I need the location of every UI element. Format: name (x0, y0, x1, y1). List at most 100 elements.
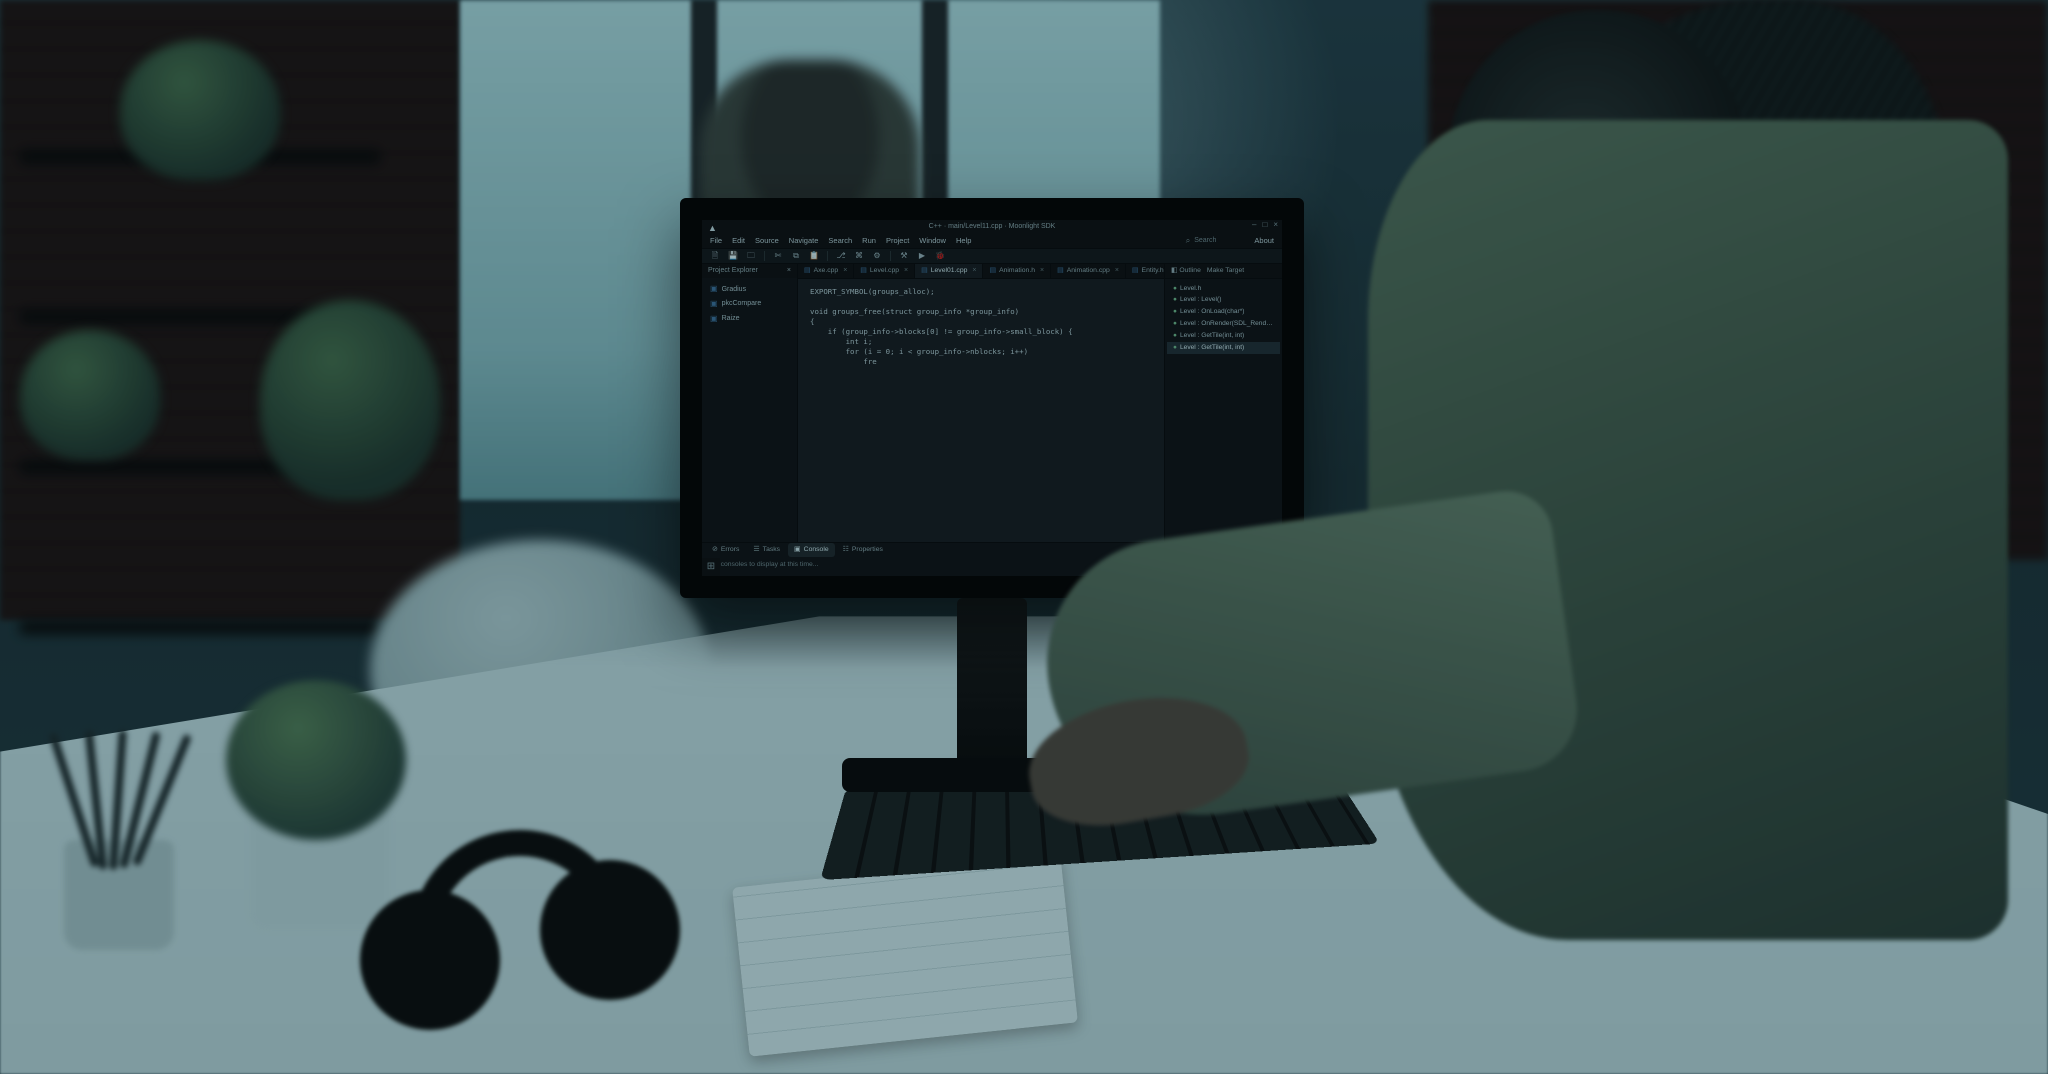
folder-icon: ▣ (710, 314, 718, 325)
menu-source[interactable]: Source (755, 236, 779, 246)
search-icon: ⌕ (1186, 236, 1190, 247)
shelf-plant (20, 330, 160, 460)
bottom-tab-properties[interactable]: ☷Properties (837, 543, 889, 557)
tab-label: Level.cpp (870, 266, 899, 275)
menu-file[interactable]: File (710, 236, 722, 246)
outline-tab[interactable]: ◧ Outline (1171, 266, 1201, 275)
save-icon[interactable]: 💾 (728, 251, 738, 261)
shelf-plant (120, 40, 280, 180)
headphones (360, 830, 720, 1050)
toolbar-separator (890, 251, 891, 261)
editor-tab[interactable]: ▤Animation.cpp × (1051, 264, 1126, 278)
tab-label: Entity.h (1142, 266, 1164, 275)
project-explorer-panel: Project Explorer × ▣ Gradius ▣ pkcCompar… (702, 264, 798, 542)
menu-navigate[interactable]: Navigate (789, 236, 819, 246)
project-name: Gradius (722, 285, 747, 294)
menu-window[interactable]: Window (919, 236, 946, 246)
editor-tab[interactable]: ▤Animation.h × (983, 264, 1051, 278)
bullet-icon: ● (1173, 320, 1177, 327)
notebook (732, 853, 1078, 1057)
search-placeholder: Search (1194, 236, 1216, 245)
ide-titlebar: ▲ C++ · main/Level11.cpp · Moonlight SDK… (702, 220, 1282, 234)
tab-close-icon[interactable]: × (904, 266, 908, 275)
panel-close-icon[interactable]: × (787, 266, 791, 275)
menubar-search[interactable]: ⌕ Search (1186, 236, 1217, 247)
ide-menubar: File Edit Source Navigate Search Run Pro… (702, 234, 1282, 248)
tab-close-icon[interactable]: × (1115, 266, 1119, 275)
monitor-stand-neck (957, 598, 1027, 768)
copy-icon[interactable]: ⧉ (791, 251, 801, 261)
graph-icon[interactable]: ⎇ (836, 251, 846, 261)
menu-search[interactable]: Search (828, 236, 852, 246)
open-folder-icon[interactable]: 🗀 (746, 251, 756, 261)
ide-toolbar: 🗎 💾 🗀 ✄ ⧉ 📋 ⎇ ⌘ ⚙ ⚒ ▶ 🐞 (702, 248, 1282, 264)
bottom-tab-label: Console (804, 545, 829, 554)
project-name: pkcCompare (722, 299, 762, 308)
bullet-icon: ● (1173, 332, 1177, 339)
settings-icon[interactable]: ⚙ (872, 251, 882, 261)
tab-close-icon[interactable]: × (843, 266, 847, 275)
build-icon[interactable]: ⚒ (899, 251, 909, 261)
h-file-icon: ▤ (1132, 266, 1139, 275)
h-file-icon: ▤ (989, 266, 996, 275)
ide-window: ▲ C++ · main/Level11.cpp · Moonlight SDK… (702, 220, 1282, 576)
folder-icon: ▣ (710, 299, 718, 310)
project-explorer-tree: ▣ Gradius ▣ pkcCompare ▣ Raize (702, 278, 797, 330)
cpp-file-icon: ▤ (1057, 266, 1064, 275)
cpp-file-icon: ▤ (804, 266, 811, 275)
editor-area: ▤Axe.cpp×▤Level.cpp×▤Level01.cpp×▤Animat… (798, 264, 1164, 542)
bottom-tab-label: Properties (852, 545, 883, 554)
bullet-icon: ● (1173, 344, 1177, 351)
tab-label: Level01.cpp (931, 266, 968, 275)
menu-project[interactable]: Project (886, 236, 909, 246)
editor-tab[interactable]: ▤Level.cpp × (854, 264, 915, 278)
editor-tab[interactable]: ▤Level01.cpp × (915, 264, 983, 278)
tree-icon[interactable]: ⌘ (854, 251, 864, 261)
new-file-icon[interactable]: 🗎 (710, 251, 720, 261)
tab-label: Axe.cpp (814, 266, 839, 275)
desk-plant (226, 680, 406, 840)
folder-icon: ▣ (710, 284, 718, 295)
project-tree-item[interactable]: ▣ Gradius (702, 282, 797, 297)
tab-close-icon[interactable]: × (1040, 266, 1044, 275)
h-file-icon: ▤ (921, 266, 928, 275)
tab-label: Animation.h (999, 266, 1035, 275)
menu-edit[interactable]: Edit (732, 236, 745, 246)
project-tree-item[interactable]: ▣ Raize (702, 312, 797, 327)
project-explorer-title: Project Explorer (708, 266, 758, 275)
console-icon: ▣ (794, 545, 801, 554)
tab-label: Animation.cpp (1067, 266, 1110, 275)
tasks-icon: ☰ (753, 545, 759, 554)
tab-close-icon[interactable]: × (972, 266, 976, 275)
toolbar-separator (764, 251, 765, 261)
error-icon: ⊘ (712, 545, 718, 554)
ide-title-text: C++ · main/Level11.cpp · Moonlight SDK (929, 222, 1056, 231)
bottom-tab-tasks[interactable]: ☰Tasks (747, 543, 786, 557)
toolbar-separator (827, 251, 828, 261)
code-editor[interactable]: EXPORT_SYMBOL(groups_alloc); void groups… (798, 279, 1164, 542)
run-icon[interactable]: ▶ (917, 251, 927, 261)
activity-bar-icon[interactable]: ⊞ (702, 558, 720, 576)
project-name: Raize (722, 314, 740, 323)
project-tree-item[interactable]: ▣ pkcCompare (702, 297, 797, 312)
photo-scene: ▲ C++ · main/Level11.cpp · Moonlight SDK… (0, 0, 2048, 1074)
bottom-tab-label: Errors (721, 545, 740, 554)
debug-icon[interactable]: 🐞 (935, 251, 945, 261)
editor-tab[interactable]: ▤Entity.h× (1126, 264, 1164, 278)
pen-cup (40, 770, 200, 950)
bullet-icon: ● (1173, 308, 1177, 315)
cut-icon[interactable]: ✄ (773, 251, 783, 261)
paste-icon[interactable]: 📋 (809, 251, 819, 261)
editor-tabs: ▤Axe.cpp×▤Level.cpp×▤Level01.cpp×▤Animat… (798, 264, 1164, 279)
foreground-person (1228, 0, 2008, 1074)
bottom-tab-errors[interactable]: ⊘Errors (706, 543, 745, 557)
cpp-file-icon: ▤ (860, 266, 867, 275)
bottom-tab-console[interactable]: ▣Console (788, 543, 835, 557)
large-plant (260, 300, 440, 500)
editor-tab[interactable]: ▤Axe.cpp × (798, 264, 854, 278)
menu-run[interactable]: Run (862, 236, 876, 246)
bullet-icon: ● (1173, 285, 1177, 292)
menu-help[interactable]: Help (956, 236, 971, 246)
bullet-icon: ● (1173, 296, 1177, 303)
props-icon: ☷ (843, 545, 849, 554)
